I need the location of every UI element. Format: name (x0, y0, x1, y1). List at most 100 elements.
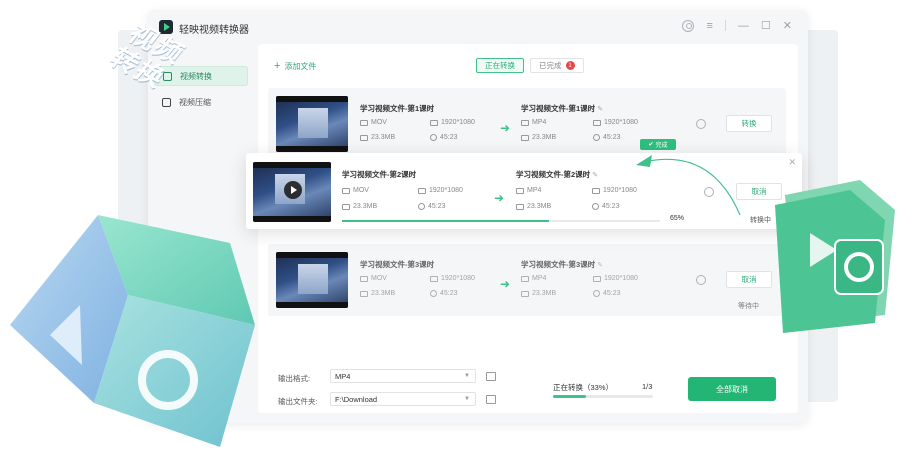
source-file-name: 学习视频文件-第1课时 (360, 104, 435, 113)
output-format-label: 输出格式: (278, 374, 311, 383)
format-settings-icon[interactable] (486, 372, 496, 381)
target-size: 23.3MB (521, 134, 556, 141)
source-format: MOV (342, 187, 369, 194)
clock-icon (593, 134, 600, 141)
source-format: MOV (360, 119, 387, 126)
edit-icon: ✎ (597, 106, 604, 113)
window-controls: ≡ — ☐ ✕ (682, 19, 792, 32)
completed-count-badge: 1 (565, 61, 575, 70)
menu-icon[interactable]: ≡ (706, 20, 712, 32)
play-icon[interactable] (284, 181, 302, 199)
connector-curve-decoration (636, 155, 741, 216)
add-file-label: 添加文件 (284, 61, 317, 71)
folder-icon (516, 203, 524, 210)
folder-icon (342, 203, 350, 210)
target-resolution: 1920*1080 (593, 275, 638, 282)
plus-icon: + (274, 60, 281, 72)
tab-converting[interactable]: 正在转换 (476, 58, 524, 73)
file-icon (516, 187, 524, 194)
add-file-button[interactable]: + 添加文件 (274, 60, 316, 72)
user-avatar-icon[interactable] (682, 19, 695, 32)
file-icon (521, 119, 529, 126)
close-icon[interactable]: ✕ (783, 19, 792, 32)
target-file-name: 学习视频文件-第2课时 ✎ (516, 170, 599, 179)
clock-icon (593, 290, 600, 297)
resolution-icon (430, 119, 438, 126)
target-format: MP4 (516, 187, 541, 194)
source-format: MOV (360, 275, 387, 282)
video-thumbnail[interactable] (276, 96, 348, 152)
title-bar: 轻映视频转换器 ≡ — ☐ ✕ (148, 10, 808, 44)
settings-gear-icon[interactable] (696, 119, 706, 129)
connector-line (639, 158, 741, 216)
connector-arrowhead (636, 155, 652, 167)
arrow-right-icon: ➜ (500, 277, 511, 291)
output-folder-select[interactable]: F:\Download ▼ (330, 392, 476, 406)
arrow-right-icon: ➜ (500, 121, 511, 135)
source-duration: 45:23 (418, 203, 446, 210)
close-icon[interactable]: ✕ (788, 157, 796, 168)
file-row-3: 学习视频文件-第3课时 MOV 1920*1080 23.3MB 45:23 ➜… (268, 244, 786, 316)
resolution-icon (418, 187, 426, 194)
convert-button[interactable]: 转换 (726, 115, 772, 132)
output-format-value: MP4 (335, 371, 351, 381)
file-progress-fill (342, 220, 549, 222)
source-size: 23.3MB (342, 203, 377, 210)
cancel-all-button[interactable]: 全部取消 (688, 377, 776, 401)
resolution-icon (593, 119, 601, 126)
maximize-icon[interactable]: ☐ (761, 19, 771, 32)
target-format: MP4 (521, 119, 546, 126)
target-size: 23.3MB (521, 290, 556, 297)
source-file-name: 学习视频文件-第3课时 (360, 260, 435, 269)
file-icon (342, 187, 350, 194)
total-progress-label: 正在转换（33%） (553, 383, 614, 392)
source-duration: 45:23 (430, 134, 458, 141)
source-file-name: 学习视频文件-第2课时 (342, 170, 417, 179)
total-progress-count: 1/3 (642, 382, 653, 391)
sync-badge (834, 239, 884, 295)
source-resolution: 1920*1080 (430, 119, 475, 126)
tab-completed[interactable]: 已完成 1 (530, 58, 584, 73)
edit-icon: ✎ (597, 262, 604, 269)
source-size: 23.3MB (360, 290, 395, 297)
source-resolution: 1920*1080 (418, 187, 463, 194)
sidebar-item-label: 视频压缩 (179, 97, 211, 107)
settings-gear-icon[interactable] (696, 275, 706, 285)
waiting-status: 等待中 (738, 303, 759, 310)
resolution-icon (593, 275, 601, 282)
target-file-name: 学习视频文件-第1课时 ✎ (521, 104, 604, 113)
clock-icon (592, 203, 599, 210)
target-size: 23.3MB (516, 203, 551, 210)
chevron-down-icon: ▼ (464, 373, 470, 379)
output-folder-label: 输出文件夹: (278, 397, 318, 406)
target-duration: 45:23 (593, 290, 621, 297)
file-icon (521, 275, 529, 282)
divider (724, 20, 726, 31)
file-icon (360, 275, 368, 282)
clock-icon (418, 203, 425, 210)
target-file-name: 学习视频文件-第3课时 ✎ (521, 260, 604, 269)
source-duration: 45:23 (430, 290, 458, 297)
total-progress-bar (553, 395, 653, 398)
folder-icon (360, 290, 368, 297)
folder-open-icon[interactable] (486, 395, 496, 404)
folder-icon (360, 134, 368, 141)
arrow-right-icon: ➜ (494, 191, 505, 205)
video-thumbnail[interactable] (276, 252, 348, 308)
target-duration: 45:23 (592, 203, 620, 210)
output-folder-value: F:\Download (335, 394, 378, 404)
app-title: 轻映视频转换器 (179, 25, 249, 36)
output-format-select[interactable]: MP4 ▼ (330, 369, 476, 383)
source-size: 23.3MB (360, 134, 395, 141)
minimize-icon[interactable]: — (738, 20, 749, 32)
status-tabs: 正在转换 已完成 1 (476, 58, 584, 73)
folder-icon (521, 290, 529, 297)
chevron-down-icon: ▼ (464, 396, 470, 402)
target-format: MP4 (521, 275, 546, 282)
converted-file-illustration (775, 180, 895, 333)
file-icon (360, 119, 368, 126)
clock-icon (430, 134, 437, 141)
folder-icon (521, 134, 529, 141)
output-settings-bar: 输出格式: MP4 ▼ 输出文件夹: F:\Download ▼ 正在转换（33… (258, 340, 798, 413)
target-resolution: 1920*1080 (593, 119, 638, 126)
